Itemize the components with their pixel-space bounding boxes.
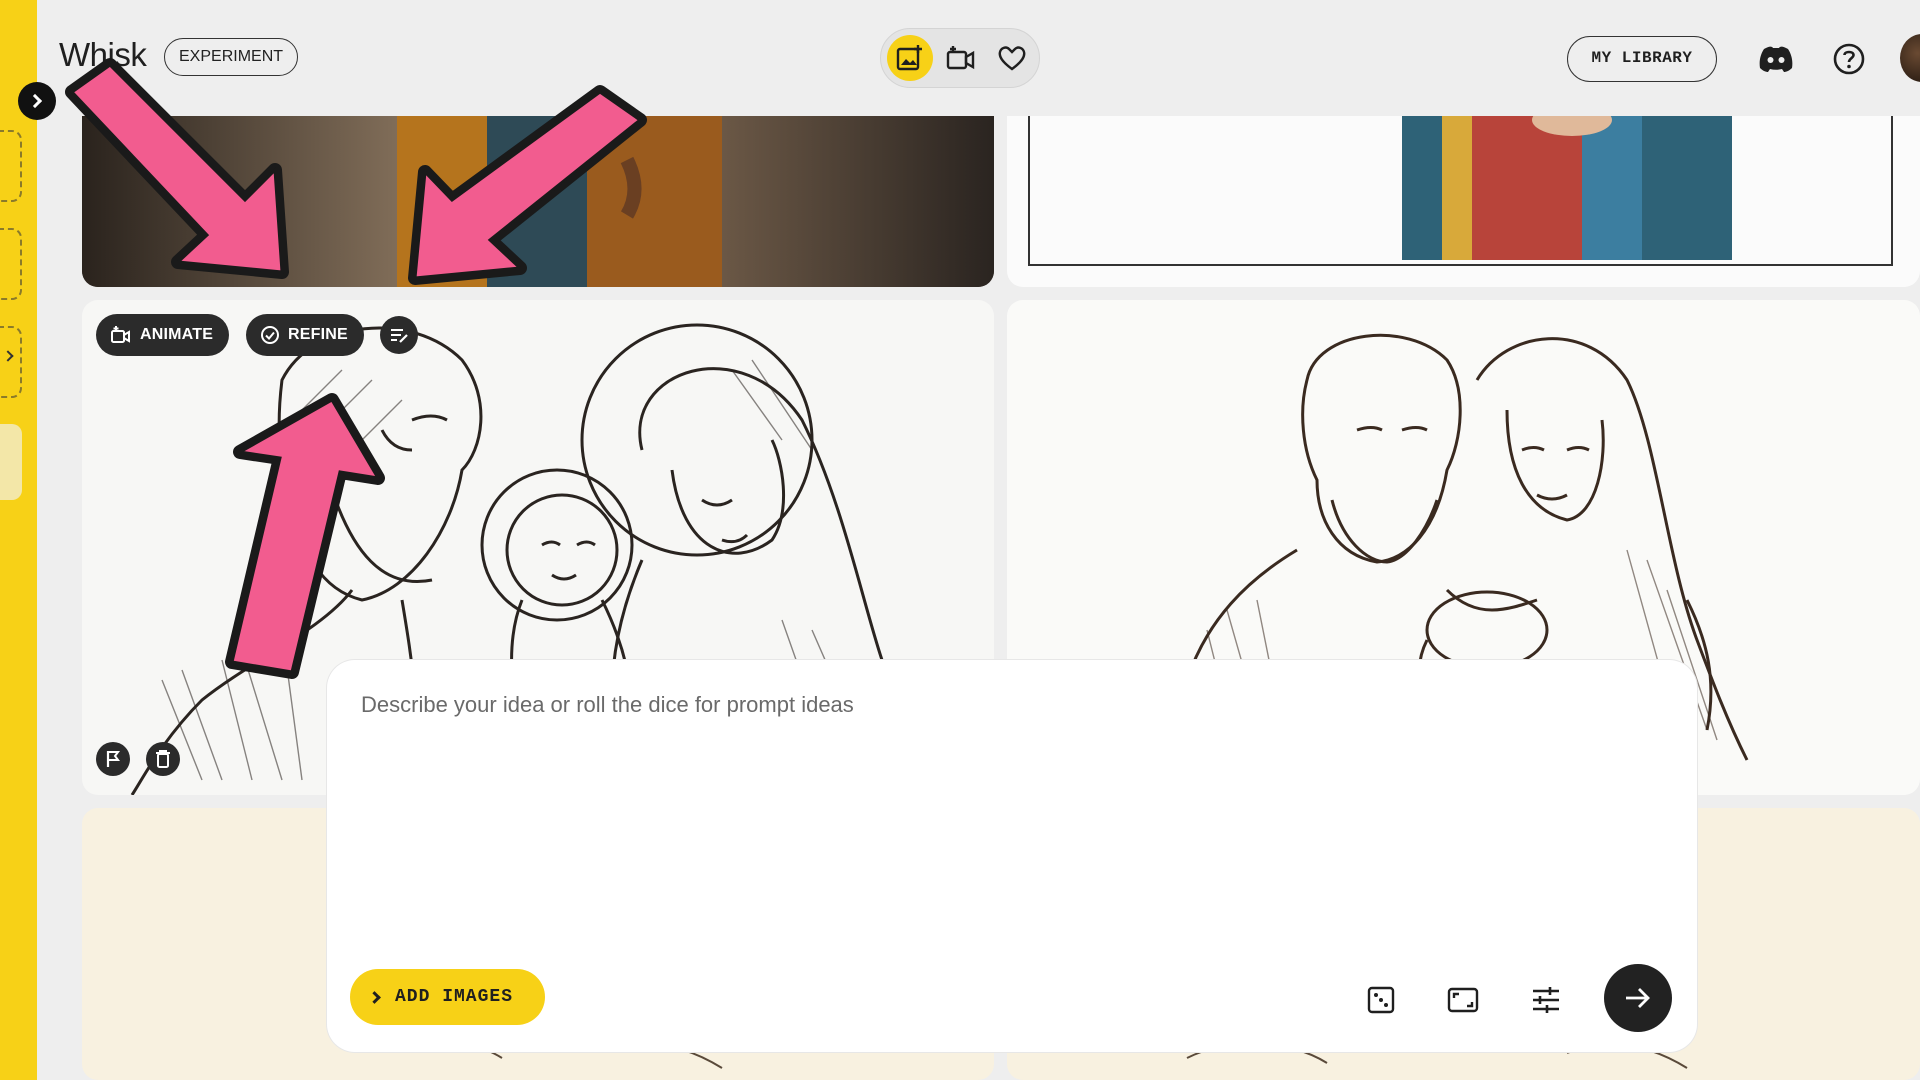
header: Whisk EXPERIMENT MY LIBRARY <box>37 0 1920 116</box>
style-thumbnail[interactable] <box>0 424 22 500</box>
chevron-right-icon <box>27 93 43 109</box>
prompt-panel: Describe your idea or roll the dice for … <box>327 660 1697 1052</box>
settings-sliders-icon[interactable] <box>1524 978 1568 1022</box>
dice-icon[interactable] <box>1359 978 1403 1022</box>
discord-icon[interactable] <box>1755 38 1797 80</box>
mode-switcher <box>880 28 1040 88</box>
left-sidebar <box>0 0 37 1080</box>
animate-button[interactable]: ANIMATE <box>96 314 230 356</box>
delete-icon[interactable] <box>146 742 180 776</box>
add-images-button[interactable]: ADD IMAGES <box>350 969 545 1025</box>
experiment-badge: EXPERIMENT <box>164 38 299 76</box>
my-library-button[interactable]: MY LIBRARY <box>1567 36 1717 82</box>
animate-label: ANIMATE <box>140 326 214 343</box>
avatar[interactable] <box>1900 34 1920 82</box>
generated-image <box>1028 100 1893 266</box>
prompt-input[interactable]: Describe your idea or roll the dice for … <box>361 692 854 718</box>
edit-prompt-icon[interactable] <box>380 316 418 354</box>
generated-image-card[interactable] <box>1007 100 1920 287</box>
video-camera-icon[interactable] <box>938 35 984 81</box>
help-icon[interactable] <box>1828 38 1870 80</box>
aspect-ratio-icon[interactable] <box>1441 978 1485 1022</box>
style-slot[interactable] <box>0 326 22 398</box>
refine-icon <box>261 326 279 344</box>
expand-sidebar-button[interactable] <box>18 82 56 120</box>
refine-label: REFINE <box>288 326 348 343</box>
arrow-right-icon <box>1626 988 1650 1008</box>
animate-icon <box>111 326 130 343</box>
heart-icon[interactable] <box>989 35 1035 81</box>
subject-slot[interactable] <box>0 130 22 202</box>
add-images-label: ADD IMAGES <box>395 987 514 1007</box>
scene-slot[interactable] <box>0 228 22 300</box>
generated-image <box>82 100 994 287</box>
generated-image-card[interactable] <box>82 100 994 287</box>
add-photo-icon[interactable] <box>887 35 933 81</box>
chevron-right-icon <box>368 990 381 1004</box>
flag-icon[interactable] <box>96 742 130 776</box>
refine-button[interactable]: REFINE <box>246 314 364 356</box>
submit-button[interactable] <box>1604 964 1672 1032</box>
app-logo[interactable]: Whisk <box>59 36 147 74</box>
